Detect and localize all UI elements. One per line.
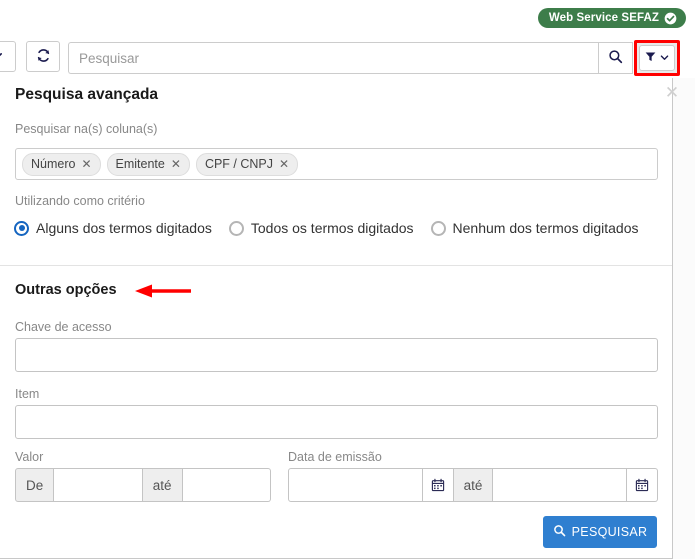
calendar-icon[interactable]	[627, 468, 658, 502]
check-circle-icon	[664, 12, 677, 25]
close-icon[interactable]: ✕	[663, 84, 681, 102]
criteria-label: Utilizando como critério	[15, 194, 145, 208]
criteria-option-nenhum[interactable]: Nenhum dos termos digitados	[430, 220, 639, 236]
item-label: Item	[15, 387, 40, 401]
valor-from-addon: De	[15, 468, 55, 502]
chevron-down-icon	[0, 49, 4, 65]
chevron-down-icon	[659, 51, 670, 66]
column-tag-label: Número	[31, 157, 76, 171]
item-input[interactable]	[15, 405, 658, 439]
criteria-radio-group: Alguns dos termos digitados Todos os ter…	[14, 217, 664, 239]
data-to-addon: até	[453, 468, 494, 502]
criteria-option-label: Nenhum dos termos digitados	[452, 220, 639, 236]
top-bar: Web Service SEFAZ	[0, 0, 695, 36]
search-submit-button[interactable]	[598, 42, 633, 74]
valor-label: Valor	[15, 450, 44, 464]
pesquisar-button-label: PESQUISAR	[571, 525, 648, 539]
pesquisar-submit-button[interactable]: PESQUISAR	[543, 516, 657, 548]
close-icon[interactable]: ✕	[81, 158, 91, 170]
refresh-icon	[36, 48, 51, 66]
data-de-emissao-label: Data de emissão	[288, 450, 382, 464]
valor-from-input[interactable]	[54, 468, 143, 502]
search-icon	[608, 49, 623, 67]
column-tag[interactable]: CPF / CNPJ ✕	[195, 152, 299, 176]
column-tag-label: CPF / CNPJ	[204, 157, 273, 171]
valor-to-addon: até	[142, 468, 183, 502]
filter-icon	[644, 50, 657, 66]
panel-title: Pesquisa avançada	[15, 86, 159, 103]
radio-indicator[interactable]	[228, 220, 244, 236]
data-emissao-range-group: até	[288, 468, 658, 502]
column-tag[interactable]: Número ✕	[22, 152, 101, 176]
radio-indicator[interactable]	[14, 220, 29, 236]
refresh-button[interactable]	[26, 41, 60, 72]
criteria-option-alguns[interactable]: Alguns dos termos digitados	[14, 220, 212, 236]
column-tag[interactable]: Emitente ✕	[106, 152, 190, 176]
other-options-title: Outras opções	[15, 282, 117, 298]
columns-tag-input[interactable]: Número ✕ Emitente ✕ CPF / CNPJ ✕	[15, 148, 658, 180]
data-to-input[interactable]	[493, 468, 627, 502]
valor-to-input[interactable]	[182, 468, 271, 502]
search-input[interactable]	[68, 42, 598, 74]
web-service-status-badge: Web Service SEFAZ	[537, 8, 686, 28]
close-icon[interactable]: ✕	[171, 158, 181, 170]
toolbar-dropdown-button[interactable]	[0, 41, 16, 72]
search-bar	[68, 42, 633, 74]
radio-indicator[interactable]	[430, 220, 446, 236]
chave-de-acesso-label: Chave de acesso	[15, 320, 112, 334]
criteria-option-label: Alguns dos termos digitados	[36, 220, 212, 236]
annotation-arrow-icon	[135, 283, 191, 299]
panel-right-gutter	[673, 78, 695, 559]
web-service-badge-label: Web Service SEFAZ	[548, 12, 659, 24]
advanced-filter-button[interactable]	[639, 45, 675, 71]
data-from-input[interactable]	[288, 468, 423, 502]
columns-label: Pesquisar na(s) coluna(s)	[15, 122, 158, 136]
criteria-option-label: Todos os termos digitados	[250, 220, 414, 236]
calendar-icon[interactable]	[422, 468, 454, 502]
criteria-option-todos[interactable]: Todos os termos digitados	[228, 220, 414, 236]
search-icon	[553, 524, 566, 540]
column-tag-label: Emitente	[115, 157, 165, 171]
close-icon[interactable]: ✕	[279, 158, 289, 170]
valor-range-group: De até	[15, 468, 271, 502]
section-divider	[0, 265, 672, 266]
chave-de-acesso-input[interactable]	[15, 338, 658, 372]
